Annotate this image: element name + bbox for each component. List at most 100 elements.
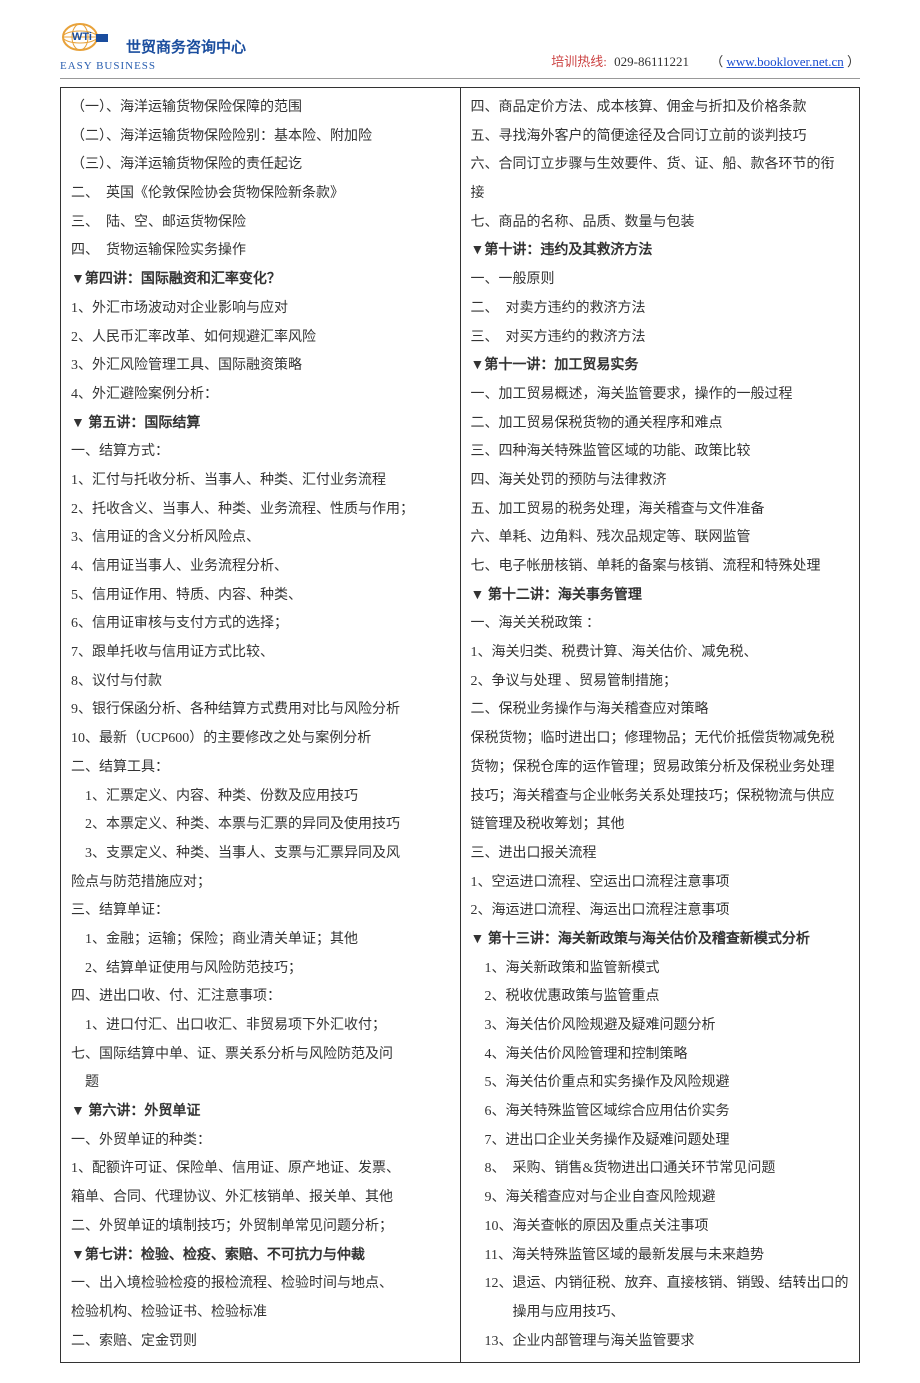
outline-line: 4、信用证当事人、业务流程分析、 — [71, 553, 450, 582]
outline-line: 四、 货物运输保险实务操作 — [71, 237, 450, 266]
outline-line: 2、税收优惠政策与监管重点 — [471, 983, 850, 1012]
outline-line: ▼第十讲：违约及其救济方法 — [471, 237, 850, 266]
outline-line: 12、退运、内销征税、放弃、直接核销、销毁、结转出口的 — [471, 1270, 850, 1299]
outline-line: （二）、海洋运输货物保险险别：基本险、附加险 — [71, 123, 450, 152]
website-link[interactable]: www.booklover.net.cn — [727, 54, 844, 69]
outline-line: 二、结算工具： — [71, 754, 450, 783]
outline-line: 三、 陆、空、邮运货物保险 — [71, 209, 450, 238]
outline-line: 7、跟单托收与信用证方式比较、 — [71, 639, 450, 668]
outline-line: 四、商品定价方法、成本核算、佣金与折扣及价格条款 — [471, 94, 850, 123]
outline-line: 七、电子帐册核销、单耗的备案与核销、流程和特殊处理 — [471, 553, 850, 582]
paren-close: ） — [847, 54, 860, 69]
outline-line: 6、海关特殊监管区域综合应用估价实务 — [471, 1098, 850, 1127]
outline-line: 三、结算单证： — [71, 897, 450, 926]
outline-line: 1、海关新政策和监管新模式 — [471, 955, 850, 984]
outline-line: 一、结算方式： — [71, 438, 450, 467]
outline-line: 2、海运进口流程、海运出口流程注意事项 — [471, 897, 850, 926]
outline-line: 三、进出口报关流程 — [471, 840, 850, 869]
outline-line: 8、议付与付款 — [71, 668, 450, 697]
outline-line: 一、外贸单证的种类： — [71, 1127, 450, 1156]
outline-line: 三、四种海关特殊监管区域的功能、政策比较 — [471, 438, 850, 467]
tagline: EASY BUSINESS — [60, 60, 246, 72]
outline-line: 操用与应用技巧、 — [471, 1299, 850, 1328]
outline-line: ▼ 第十三讲：海关新政策与海关估价及稽查新模式分析 — [471, 926, 850, 955]
outline-line: 5、信用证作用、特质、内容、种类、 — [71, 582, 450, 611]
outline-line: 1、进口付汇、出口收汇、非贸易项下外汇收付； — [71, 1012, 450, 1041]
wti-logo: WTi — [60, 20, 112, 58]
left-column: （一）、海洋运输货物保险保障的范围（二）、海洋运输货物保险险别：基本险、附加险（… — [61, 88, 461, 1363]
outline-line: 四、海关处罚的预防与法律救济 — [471, 467, 850, 496]
outline-line: 七、国际结算中单、证、票关系分析与风险防范及问 — [71, 1041, 450, 1070]
outline-line: 2、争议与处理 、贸易管制措施； — [471, 668, 850, 697]
outline-line: 一、出入境检验检疫的报检流程、检验时间与地点、 — [71, 1270, 450, 1299]
outline-line: 11、海关特殊监管区域的最新发展与未来趋势 — [471, 1242, 850, 1271]
outline-line: 二、 英国《伦敦保险协会货物保险新条款》 — [71, 180, 450, 209]
outline-line: 13、企业内部管理与海关监管要求 — [471, 1328, 850, 1357]
outline-line: 链管理及税收筹划；其他 — [471, 811, 850, 840]
outline-line: 二、 对卖方违约的救济方法 — [471, 295, 850, 324]
outline-line: 箱单、合同、代理协议、外汇核销单、报关单、其他 — [71, 1184, 450, 1213]
hotline-number: 029-86111221 — [614, 54, 689, 69]
outline-line: 六、单耗、边角料、残次品规定等、联网监管 — [471, 524, 850, 553]
outline-line: 二、外贸单证的填制技巧；外贸制单常见问题分析； — [71, 1213, 450, 1242]
outline-line: 1、配额许可证、保险单、信用证、原产地证、发票、 — [71, 1155, 450, 1184]
outline-line: 1、空运进口流程、空运出口流程注意事项 — [471, 869, 850, 898]
outline-line: 4、外汇避险案例分析： — [71, 381, 450, 410]
outline-line: 2、人民币汇率改革、如何规避汇率风险 — [71, 324, 450, 353]
outline-line: 1、外汇市场波动对企业影响与应对 — [71, 295, 450, 324]
outline-line: 保税货物；临时进出口；修理物品；无代价抵偿货物减免税 — [471, 725, 850, 754]
outline-line: 10、最新（UCP600）的主要修改之处与案例分析 — [71, 725, 450, 754]
outline-line: 2、结算单证使用与风险防范技巧； — [71, 955, 450, 984]
outline-line: ▼ 第十二讲：海关事务管理 — [471, 582, 850, 611]
outline-line: 1、汇付与托收分析、当事人、种类、汇付业务流程 — [71, 467, 450, 496]
outline-line: 10、海关查帐的原因及重点关注事项 — [471, 1213, 850, 1242]
outline-line: 二、加工贸易保税货物的通关程序和难点 — [471, 410, 850, 439]
outline-line: 四、进出口收、付、汇注意事项： — [71, 983, 450, 1012]
outline-line: 8、 采购、销售&货物进出口通关环节常见问题 — [471, 1155, 850, 1184]
outline-table: （一）、海洋运输货物保险保障的范围（二）、海洋运输货物保险险别：基本险、附加险（… — [60, 87, 860, 1363]
outline-line: 三、 对买方违约的救济方法 — [471, 324, 850, 353]
outline-line: ▼ 第五讲：国际结算 — [71, 410, 450, 439]
outline-line: （三）、海洋运输货物保险的责任起讫 — [71, 151, 450, 180]
outline-line: ▼ 第六讲：外贸单证 — [71, 1098, 450, 1127]
outline-line: 1、汇票定义、内容、种类、份数及应用技巧 — [71, 783, 450, 812]
outline-line: 二、保税业务操作与海关稽查应对策略 — [471, 696, 850, 725]
page-header: WTi 世贸商务咨询中心 EASY BUSINESS 培训热线: 029-861… — [60, 20, 860, 79]
outline-line: ▼第四讲：国际融资和汇率变化？ — [71, 266, 450, 295]
outline-line: （一）、海洋运输货物保险保障的范围 — [71, 94, 450, 123]
outline-line: 六、合同订立步骤与生效要件、货、证、船、款各环节的衔 — [471, 151, 850, 180]
logo-row: WTi 世贸商务咨询中心 — [60, 20, 246, 58]
outline-line: 5、海关估价重点和实务操作及风险规避 — [471, 1069, 850, 1098]
hotline-label: 培训热线: — [551, 54, 607, 69]
outline-line: 4、海关估价风险管理和控制策略 — [471, 1041, 850, 1070]
outline-line: ▼第十一讲：加工贸易实务 — [471, 352, 850, 381]
outline-line: 五、加工贸易的税务处理，海关稽查与文件准备 — [471, 496, 850, 525]
outline-line: 3、支票定义、种类、当事人、支票与汇票异同及风 — [71, 840, 450, 869]
outline-line: 9、银行保函分析、各种结算方式费用对比与风险分析 — [71, 696, 450, 725]
outline-line: 一、一般原则 — [471, 266, 850, 295]
paren-open: （ — [710, 54, 723, 69]
right-column: 四、商品定价方法、成本核算、佣金与折扣及价格条款五、寻找海外客户的简便途径及合同… — [460, 88, 860, 1363]
outline-line: 七、商品的名称、品质、数量与包装 — [471, 209, 850, 238]
outline-line: 3、海关估价风险规避及疑难问题分析 — [471, 1012, 850, 1041]
svg-text:WTi: WTi — [72, 31, 92, 43]
outline-line: 一、加工贸易概述，海关监管要求，操作的一般过程 — [471, 381, 850, 410]
outline-line: 9、海关稽查应对与企业自查风险规避 — [471, 1184, 850, 1213]
outline-line: 二、索赔、定金罚则 — [71, 1328, 450, 1357]
outline-line: 一、海关关税政策 ： — [471, 610, 850, 639]
outline-line: 7、进出口企业关务操作及疑难问题处理 — [471, 1127, 850, 1156]
header-right: 培训热线: 029-86111221 （ www.booklover.net.c… — [551, 51, 860, 72]
outline-line: 技巧；海关稽查与企业帐务关系处理技巧；保税物流与供应 — [471, 783, 850, 812]
outline-line: 接 — [471, 180, 850, 209]
outline-line: 1、金融；运输；保险；商业清关单证；其他 — [71, 926, 450, 955]
outline-line: 题 — [71, 1069, 450, 1098]
outline-line: 五、寻找海外客户的简便途径及合同订立前的谈判技巧 — [471, 123, 850, 152]
outline-line: 险点与防范措施应对； — [71, 869, 450, 898]
outline-line: 3、外汇风险管理工具、国际融资策略 — [71, 352, 450, 381]
outline-line: 3、信用证的含义分析风险点、 — [71, 524, 450, 553]
outline-line: 1、海关归类、税费计算、海关估价、减免税、 — [471, 639, 850, 668]
outline-line: 6、信用证审核与支付方式的选择； — [71, 610, 450, 639]
outline-line: ▼第七讲：检验、检疫、索赔、不可抗力与仲裁 — [71, 1242, 450, 1271]
outline-line: 检验机构、检验证书、检验标准 — [71, 1299, 450, 1328]
outline-line: 2、本票定义、种类、本票与汇票的异同及使用技巧 — [71, 811, 450, 840]
